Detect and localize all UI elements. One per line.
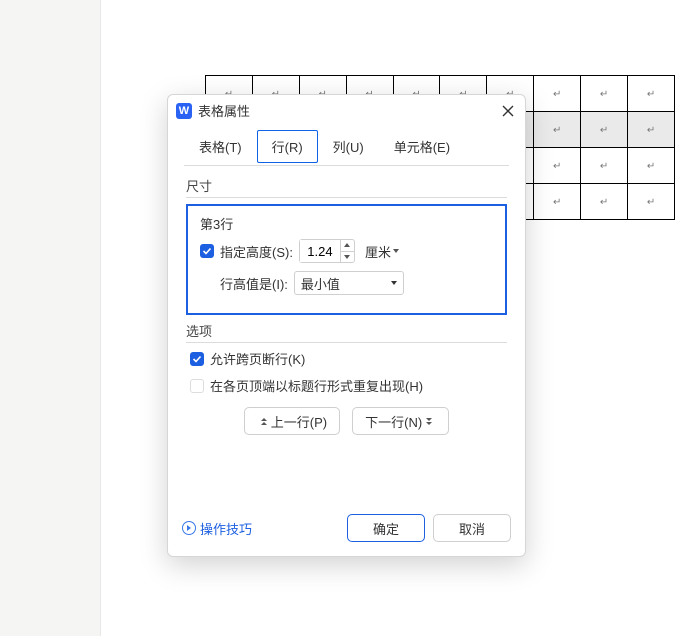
divider bbox=[186, 342, 507, 343]
tab-table[interactable]: 表格(T) bbox=[184, 130, 257, 163]
spinner-down[interactable] bbox=[341, 251, 354, 263]
chevron-down-icon bbox=[344, 255, 350, 259]
chevron-up-icon bbox=[344, 243, 350, 247]
unit-dropdown[interactable]: 厘米 bbox=[361, 239, 403, 263]
unit-label: 厘米 bbox=[365, 242, 391, 261]
row-height-is-value: 最小值 bbox=[301, 274, 391, 293]
options-section-title: 选项 bbox=[186, 321, 507, 340]
tabs: 表格(T) 行(R) 列(U) 单元格(E) bbox=[168, 126, 525, 163]
tab-cell[interactable]: 单元格(E) bbox=[379, 130, 465, 163]
tab-row[interactable]: 行(R) bbox=[257, 130, 318, 163]
allow-break-checkbox[interactable] bbox=[190, 352, 204, 366]
tab-column[interactable]: 列(U) bbox=[318, 130, 379, 163]
tips-label: 操作技巧 bbox=[200, 519, 252, 538]
dialog-footer: 操作技巧 确定 取消 bbox=[168, 504, 525, 556]
dialog-title: 表格属性 bbox=[198, 101, 250, 120]
prev-row-button[interactable]: 上一行(P) bbox=[244, 407, 340, 435]
titlebar: W 表格属性 bbox=[168, 95, 525, 126]
close-icon bbox=[502, 105, 514, 117]
height-spinner[interactable] bbox=[299, 239, 355, 263]
double-chevron-down-icon bbox=[426, 418, 432, 425]
next-row-button[interactable]: 下一行(N) bbox=[352, 407, 449, 435]
height-input[interactable] bbox=[300, 240, 340, 262]
repeat-header-checkbox bbox=[190, 379, 204, 393]
chevron-down-icon bbox=[393, 249, 399, 253]
allow-break-label: 允许跨页断行(K) bbox=[210, 349, 305, 368]
row-height-is-label: 行高值是(I): bbox=[220, 274, 288, 293]
spinner-up[interactable] bbox=[341, 240, 354, 251]
dialog-body: 尺寸 第3行 指定高度(S): 厘米 bbox=[168, 166, 525, 504]
divider bbox=[186, 197, 507, 198]
size-highlight-box: 第3行 指定高度(S): 厘米 bbox=[186, 204, 507, 315]
size-section-title: 尺寸 bbox=[186, 176, 507, 195]
chevron-down-icon bbox=[391, 281, 397, 285]
prev-row-label: 上一行(P) bbox=[271, 412, 327, 431]
check-icon bbox=[192, 354, 202, 364]
repeat-header-label: 在各页顶端以标题行形式重复出现(H) bbox=[210, 376, 423, 395]
check-icon bbox=[202, 246, 212, 256]
double-chevron-up-icon bbox=[261, 418, 267, 425]
specify-height-checkbox[interactable] bbox=[200, 244, 214, 258]
app-word-icon: W bbox=[176, 103, 192, 119]
row-nav: 上一行(P) 下一行(N) bbox=[186, 407, 507, 435]
play-info-icon bbox=[182, 521, 196, 535]
table-properties-dialog: W 表格属性 表格(T) 行(R) 列(U) 单元格(E) 尺寸 第3行 指定高… bbox=[167, 94, 526, 557]
close-button[interactable] bbox=[499, 102, 517, 120]
ok-button[interactable]: 确定 bbox=[347, 514, 425, 542]
row-height-is-select[interactable]: 最小值 bbox=[294, 271, 404, 295]
current-row-label: 第3行 bbox=[200, 214, 497, 233]
next-row-label: 下一行(N) bbox=[365, 412, 422, 431]
cancel-button[interactable]: 取消 bbox=[433, 514, 511, 542]
tips-link[interactable]: 操作技巧 bbox=[182, 519, 252, 538]
specify-height-label: 指定高度(S): bbox=[220, 242, 293, 261]
